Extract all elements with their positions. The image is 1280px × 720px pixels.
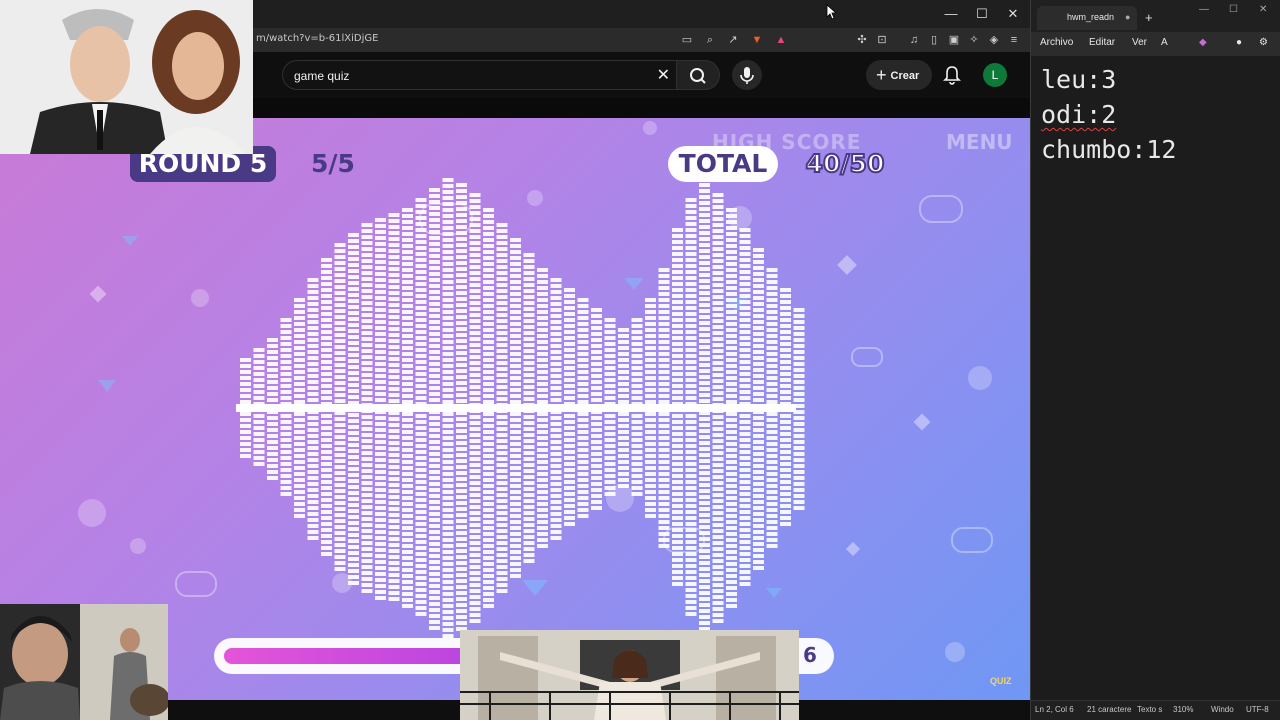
quiz-logo: QUIZ	[990, 676, 1012, 686]
screenshot-icon[interactable]: ⊡	[874, 32, 890, 48]
notepad-menu-bar: Archivo Editar Ver A ◆ ● ⚙	[1031, 32, 1280, 56]
overlay-photo-two-people	[0, 0, 253, 154]
minimize-button[interactable]: —	[936, 4, 966, 24]
total-score: 40/50	[805, 148, 886, 179]
portrait-illustration	[0, 0, 253, 154]
zoom-icon[interactable]: ⌕	[702, 32, 718, 48]
account-icon[interactable]: ●	[1236, 37, 1242, 48]
create-label: Crear	[890, 70, 920, 82]
brave-shield-icon[interactable]: ▼	[749, 32, 765, 48]
np-minimize-button[interactable]: —	[1199, 4, 1209, 15]
notepad-editor[interactable]: leu:3 odi:2 chumbo:12	[1041, 62, 1271, 167]
notepad-tab[interactable]: hwm_readn ●	[1037, 6, 1137, 30]
encoding[interactable]: UTF-8	[1246, 705, 1269, 714]
overlay-photo-balcony	[460, 630, 799, 720]
voice-search-button[interactable]	[732, 60, 762, 90]
search-icon	[690, 68, 706, 84]
total-label: TOTAL	[668, 146, 778, 182]
cast-icon[interactable]: ▭	[679, 32, 695, 48]
menu-button[interactable]: MENU	[946, 130, 1013, 154]
balcony-illustration	[460, 630, 799, 720]
microphone-icon	[740, 67, 754, 84]
np-maximize-button[interactable]: ☐	[1229, 4, 1238, 15]
font-icon[interactable]: A	[1161, 37, 1168, 48]
wallet-icon[interactable]: ▣	[946, 32, 962, 48]
plus-icon: +	[876, 65, 887, 85]
webcam-illustration	[0, 604, 168, 720]
leo-icon[interactable]: ✧	[966, 32, 982, 48]
browser-menu-icon[interactable]: ≡	[1006, 32, 1022, 48]
settings-gear-icon[interactable]: ⚙	[1259, 37, 1268, 48]
menu-editar[interactable]: Editar	[1089, 37, 1115, 48]
round-progress: 5/5	[311, 149, 355, 178]
cursor-position: Ln 2, Col 6	[1035, 705, 1074, 714]
webcam-overlay	[0, 604, 168, 720]
sidebar-icon[interactable]: ▯	[926, 32, 942, 48]
line-ending[interactable]: Windo	[1211, 705, 1234, 714]
waveform-center-glow	[236, 404, 796, 412]
char-count: 21 caractere	[1087, 705, 1132, 714]
notifications-bell-icon[interactable]	[941, 64, 963, 86]
copilot-icon[interactable]: ◆	[1199, 37, 1207, 48]
notepad-tab-title: hwm_readn	[1067, 12, 1115, 22]
menu-ver[interactable]: Ver	[1132, 37, 1147, 48]
menu-archivo[interactable]: Archivo	[1040, 37, 1073, 48]
mouse-pointer-icon	[826, 4, 836, 20]
notepad-status-bar: Ln 2, Col 6 21 caractere Texto s 310% Wi…	[1031, 700, 1280, 720]
clear-search-icon[interactable]: ✕	[657, 65, 670, 85]
new-tab-icon[interactable]: +	[1145, 10, 1153, 25]
text-format: Texto s	[1137, 705, 1163, 714]
search-input[interactable]	[294, 68, 634, 84]
media-icon[interactable]: ♫	[906, 32, 922, 48]
search-box[interactable]: ✕	[282, 60, 676, 90]
text-line: odi:2	[1041, 100, 1117, 129]
unsaved-dot-icon[interactable]: ●	[1125, 12, 1130, 22]
vpn-icon[interactable]: ◈	[986, 32, 1002, 48]
text-line: leu:3	[1041, 65, 1117, 94]
timer-progress-fill	[224, 648, 476, 664]
notepad-tab-bar: hwm_readn ● + — ☐ ✕	[1031, 0, 1280, 32]
timer-value: 6	[803, 643, 817, 667]
account-avatar[interactable]: L	[983, 63, 1007, 87]
create-button[interactable]: + Crear	[866, 60, 932, 90]
text-line: chumbo:12	[1041, 135, 1177, 164]
np-close-button[interactable]: ✕	[1259, 4, 1267, 15]
zoom-level[interactable]: 310%	[1173, 705, 1193, 714]
share-icon[interactable]: ↗	[725, 32, 741, 48]
maximize-button[interactable]: ☐	[967, 4, 997, 24]
search-button[interactable]	[676, 60, 720, 90]
url-text[interactable]: m/watch?v=b-61lXiDjGE	[256, 33, 378, 44]
close-window-button[interactable]: ✕	[998, 4, 1028, 24]
notepad-window: hwm_readn ● + — ☐ ✕ Archivo Editar Ver A…	[1030, 0, 1280, 720]
extensions-icon[interactable]: ✣	[854, 32, 870, 48]
rewards-icon[interactable]: ▲	[773, 32, 789, 48]
